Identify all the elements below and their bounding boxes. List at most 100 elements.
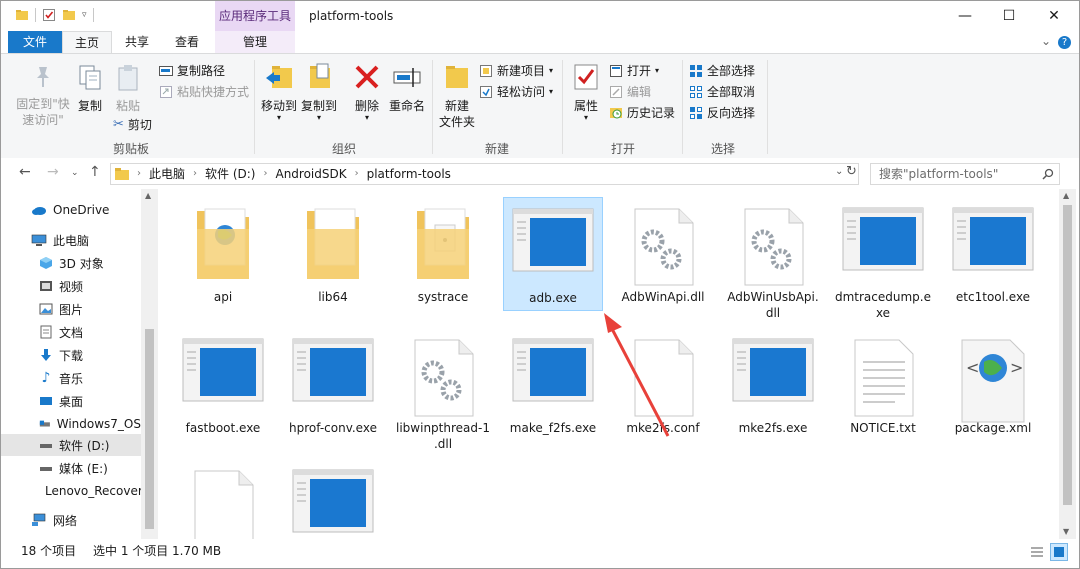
file-item[interactable]: AdbWinApi.dll bbox=[613, 197, 713, 311]
nav-item-lenovo-recovery[interactable]: Lenovo_Recovery bbox=[1, 480, 141, 502]
nav-item-downloads[interactable]: 下载 bbox=[1, 344, 141, 366]
tab-view[interactable]: 查看 bbox=[162, 31, 212, 53]
address-bar[interactable]: › 此电脑 › 软件 (D:) › AndroidSDK › platform-… bbox=[110, 163, 859, 185]
large-icons-view-icon[interactable] bbox=[1050, 543, 1068, 561]
paste-shortcut-button[interactable]: 粘贴快捷方式 bbox=[159, 83, 249, 100]
nav-item-desktop[interactable]: 桌面 bbox=[1, 390, 141, 412]
new-folder-icon[interactable] bbox=[62, 8, 76, 22]
maximize-button[interactable]: ☐ bbox=[986, 1, 1032, 31]
nav-item-3d-objects[interactable]: 3D 对象 bbox=[1, 252, 141, 274]
file-item[interactable]: adb.exe bbox=[503, 197, 603, 311]
copy-path-label: 复制路径 bbox=[177, 64, 226, 78]
tab-manage[interactable]: 管理 bbox=[215, 31, 295, 53]
ribbon-collapse-chevron-icon[interactable]: ⌄ bbox=[1041, 34, 1051, 48]
files-scrollbar[interactable]: ▲ ▼ bbox=[1059, 189, 1076, 539]
breadcrumb-platform-tools[interactable]: platform-tools bbox=[367, 164, 451, 184]
help-icon[interactable]: ? bbox=[1058, 36, 1071, 49]
nav-scrollbar[interactable]: ▲ bbox=[141, 189, 158, 539]
properties-button[interactable]: 属性 ▾ bbox=[567, 62, 605, 122]
recent-locations-chevron-icon[interactable]: ⌄ bbox=[71, 168, 79, 178]
breadcrumb-androidsdk[interactable]: AndroidSDK bbox=[275, 164, 346, 184]
up-arrow-icon[interactable]: ↑ bbox=[89, 164, 101, 180]
easy-access-button[interactable]: 轻松访问 ▾ bbox=[479, 83, 553, 100]
exe-file-icon bbox=[512, 338, 594, 406]
item-count: 18 个项目 bbox=[21, 544, 77, 558]
move-to-button[interactable]: 移动到 ▾ bbox=[259, 62, 299, 122]
move-folder-icon bbox=[266, 66, 292, 88]
file-item[interactable]: make_f2fs.exe bbox=[503, 328, 603, 442]
file-name: adb.exe bbox=[529, 291, 577, 305]
file-item[interactable]: etc1tool.exe bbox=[943, 197, 1043, 311]
invert-selection-button[interactable]: 反向选择 bbox=[689, 104, 755, 121]
group-select-label: 选择 bbox=[711, 142, 736, 156]
file-item[interactable]: < > package.xml bbox=[943, 328, 1043, 442]
copy-button[interactable]: 复制 bbox=[73, 64, 107, 114]
back-arrow-icon[interactable]: ← bbox=[19, 164, 31, 180]
file-item[interactable]: libwinpthread-1 .dll bbox=[393, 328, 493, 451]
exe-file-icon bbox=[182, 338, 264, 406]
nav-item-videos[interactable]: 视频 bbox=[1, 275, 141, 297]
tab-file[interactable]: 文件 bbox=[8, 31, 62, 53]
close-button[interactable]: ✕ bbox=[1031, 1, 1077, 31]
file-item[interactable]: mke2fs.exe bbox=[723, 328, 823, 442]
paste-button[interactable]: 粘贴 bbox=[111, 64, 145, 114]
scroll-up-icon[interactable]: ▲ bbox=[145, 191, 151, 200]
breadcrumb-separator-icon: › bbox=[137, 168, 141, 179]
nav-scroll-thumb[interactable] bbox=[145, 329, 154, 529]
nav-item-drive-d[interactable]: 软件 (D:) bbox=[1, 434, 141, 456]
tab-home[interactable]: 主页 bbox=[62, 31, 112, 53]
nav-item-windows7-os[interactable]: Windows7_OS bbox=[1, 413, 141, 435]
properties-check-icon[interactable] bbox=[42, 8, 56, 22]
nav-item-this-pc[interactable]: 此电脑 bbox=[1, 229, 141, 251]
file-name: NOTICE.txt bbox=[850, 421, 916, 435]
refresh-icon[interactable]: ↻ bbox=[846, 164, 857, 179]
title-bar: ▿ 应用程序工具 platform-tools — ☐ ✕ bbox=[1, 1, 1079, 31]
minimize-button[interactable]: — bbox=[942, 1, 988, 31]
forward-arrow-icon[interactable]: → bbox=[47, 164, 59, 180]
history-button[interactable]: 历史记录 bbox=[609, 104, 675, 121]
file-item[interactable]: lib64 bbox=[283, 197, 383, 311]
cut-button[interactable]: ✂ 剪切 bbox=[113, 116, 152, 133]
pin-quick-access-button[interactable]: 固定到"快 速访问" bbox=[15, 64, 71, 128]
scroll-up-icon[interactable]: ▲ bbox=[1063, 191, 1069, 200]
tab-share[interactable]: 共享 bbox=[112, 31, 162, 53]
new-item-button[interactable]: 新建项目 ▾ bbox=[479, 62, 553, 79]
document-icon bbox=[40, 325, 52, 339]
qat-dropdown-icon[interactable]: ▿ bbox=[82, 10, 87, 20]
address-dropdown-icon[interactable]: ⌄ bbox=[835, 166, 843, 177]
new-folder-label: 新建 文件夹 bbox=[438, 99, 475, 129]
details-view-icon[interactable] bbox=[1030, 545, 1044, 559]
select-none-button[interactable]: 全部取消 bbox=[689, 83, 755, 100]
nav-item-onedrive[interactable]: OneDrive bbox=[1, 199, 141, 221]
rename-button[interactable]: 重命名 bbox=[387, 62, 427, 114]
breadcrumb-this-pc[interactable]: 此电脑 bbox=[149, 164, 185, 184]
file-item[interactable]: dmtracedump.e xe bbox=[833, 197, 933, 320]
file-item[interactable]: api bbox=[173, 197, 273, 311]
new-folder-button[interactable]: 新建 文件夹 bbox=[437, 62, 477, 130]
nav-item-pictures[interactable]: 图片 bbox=[1, 298, 141, 320]
properties-icon bbox=[574, 64, 598, 90]
nav-item-drive-e[interactable]: 媒体 (E:) bbox=[1, 457, 141, 479]
paste-shortcut-icon bbox=[160, 85, 172, 98]
file-item[interactable]: NOTICE.txt bbox=[833, 328, 933, 442]
exe-file-icon bbox=[512, 208, 594, 276]
file-item[interactable]: systrace bbox=[393, 197, 493, 311]
open-button[interactable]: 打开 ▾ bbox=[609, 62, 659, 79]
file-item[interactable]: fastboot.exe bbox=[173, 328, 273, 442]
search-input[interactable]: 搜索"platform-tools" bbox=[870, 163, 1060, 185]
select-all-button[interactable]: 全部选择 bbox=[689, 62, 755, 79]
file-item[interactable]: AdbWinUsbApi. dll bbox=[723, 197, 823, 320]
nav-item-music[interactable]: ♪ 音乐 bbox=[1, 367, 141, 389]
copy-to-button[interactable]: 复制到 ▾ bbox=[299, 62, 339, 122]
scroll-down-icon[interactable]: ▼ bbox=[1063, 527, 1069, 536]
edit-button[interactable]: 编辑 bbox=[609, 83, 651, 100]
file-item[interactable]: hprof-conv.exe bbox=[283, 328, 383, 442]
copy-path-button[interactable]: 复制路径 bbox=[159, 62, 225, 79]
breadcrumb-separator-icon: › bbox=[263, 168, 268, 179]
breadcrumb-drive-d[interactable]: 软件 (D:) bbox=[205, 164, 255, 184]
application-tools-context-tab[interactable]: 应用程序工具 bbox=[215, 1, 295, 31]
nav-item-network[interactable]: 网络 bbox=[1, 509, 141, 531]
nav-item-documents[interactable]: 文档 bbox=[1, 321, 141, 343]
files-scroll-thumb[interactable] bbox=[1063, 205, 1072, 505]
delete-button[interactable]: 删除 ▾ bbox=[349, 62, 385, 122]
